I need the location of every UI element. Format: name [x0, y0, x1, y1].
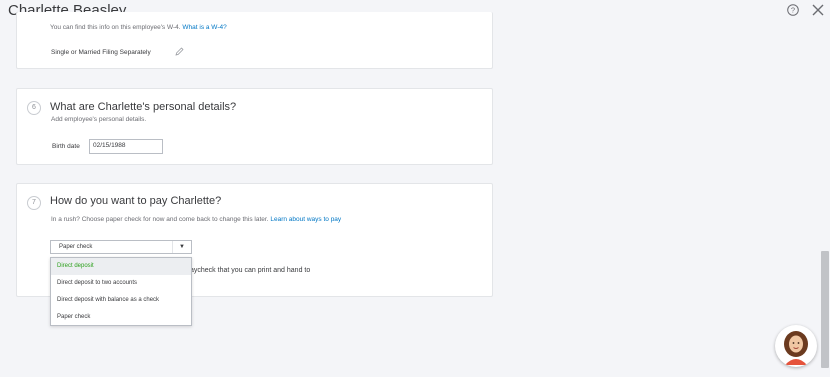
w4-info-text: You can find this info on this employee'…: [50, 24, 227, 31]
chevron-down-icon[interactable]: ▼: [172, 241, 191, 253]
birth-date-input[interactable]: 02/15/1988: [89, 139, 163, 154]
w4-card: You can find this info on this employee'…: [16, 12, 493, 69]
pay-method-title: How do you want to pay Charlette?: [50, 195, 222, 207]
personal-details-subtitle: Add employee's personal details.: [51, 116, 147, 123]
close-icon[interactable]: [811, 3, 825, 17]
person-avatar-icon: [777, 327, 815, 365]
pay-method-select[interactable]: Paper check ▼: [50, 240, 192, 254]
filing-status-text: Single or Married Filing Separately: [51, 49, 151, 56]
pay-method-selected-value: Paper check: [59, 244, 93, 250]
assistant-avatar[interactable]: [775, 325, 817, 367]
option-paper-check[interactable]: Paper check: [51, 309, 191, 326]
pay-method-dropdown: Direct deposit Direct deposit to two acc…: [50, 257, 192, 326]
what-is-w4-link[interactable]: What is a W-4?: [182, 24, 226, 31]
option-direct-deposit[interactable]: Direct deposit: [51, 258, 191, 275]
pencil-icon[interactable]: [175, 47, 184, 56]
step-number-6: 6: [27, 101, 41, 115]
paper-check-description: aycheck that you can print and hand to: [190, 267, 311, 274]
personal-details-card: 6 What are Charlette's personal details?…: [16, 88, 493, 165]
pay-method-subtitle: In a rush? Choose paper check for now an…: [51, 216, 342, 223]
help-circle-icon[interactable]: ?: [787, 4, 799, 16]
option-direct-deposit-balance-check[interactable]: Direct deposit with balance as a check: [51, 292, 191, 309]
step-number-7: 7: [27, 196, 41, 210]
option-direct-deposit-two-accounts[interactable]: Direct deposit to two accounts: [51, 275, 191, 292]
scrollbar-thumb[interactable]: [821, 251, 829, 368]
learn-ways-to-pay-link[interactable]: Learn about ways to pay: [270, 216, 341, 223]
personal-details-title: What are Charlette's personal details?: [50, 101, 237, 113]
svg-text:?: ?: [791, 6, 795, 15]
birth-date-label: Birth date: [52, 143, 80, 150]
